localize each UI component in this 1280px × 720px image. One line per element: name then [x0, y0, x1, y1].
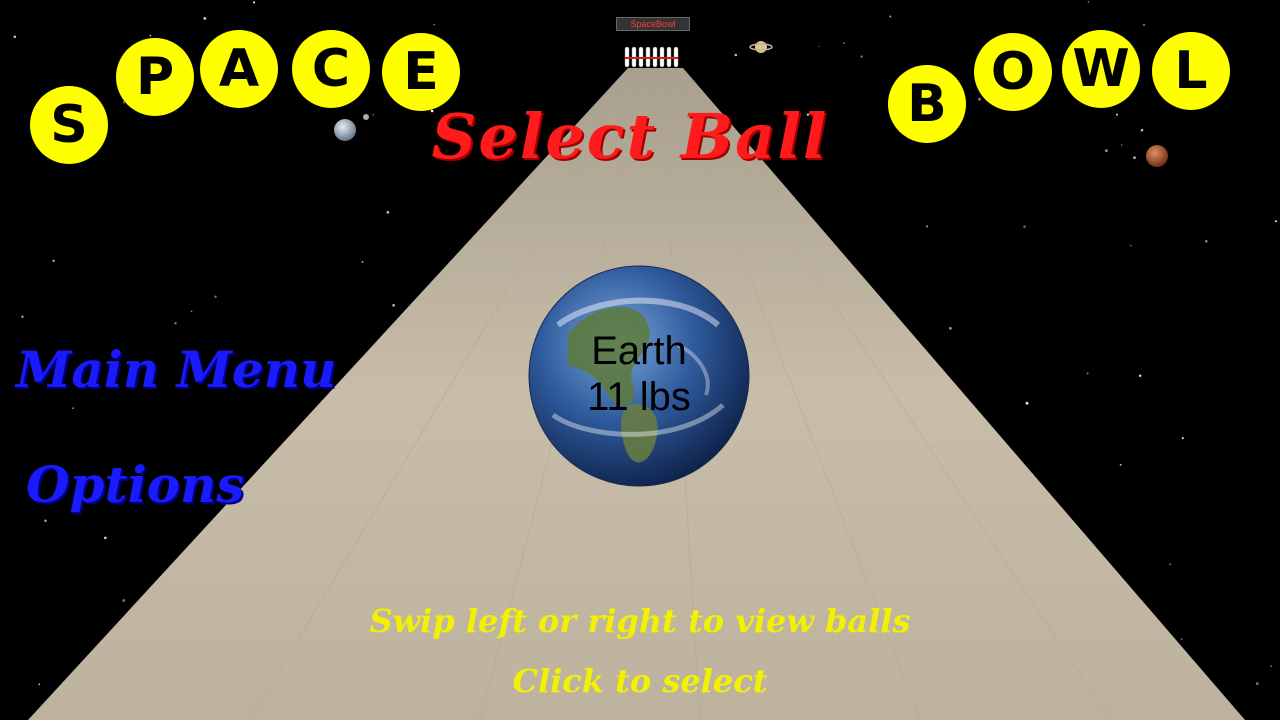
star — [253, 1, 256, 4]
title-letter-l: L — [1152, 32, 1230, 110]
earth-ball[interactable] — [528, 265, 750, 487]
star — [978, 97, 981, 101]
star — [1133, 156, 1136, 160]
star — [889, 15, 892, 18]
star — [72, 407, 74, 409]
star — [203, 16, 207, 20]
star — [386, 210, 390, 214]
star — [1120, 144, 1123, 146]
star — [926, 225, 929, 228]
star — [361, 261, 364, 263]
star — [1169, 563, 1171, 566]
star — [1139, 374, 1142, 377]
star — [1129, 244, 1132, 247]
star — [1119, 463, 1122, 466]
swipe-hint: Swip left or right to view balls — [369, 602, 911, 640]
title-letter-s: S — [30, 86, 108, 164]
earth-ball-icon — [528, 265, 750, 487]
star — [372, 114, 374, 116]
star — [1104, 149, 1108, 153]
moon-icon — [334, 114, 369, 141]
title-letter-a: A — [200, 30, 278, 108]
star — [1141, 128, 1144, 131]
star — [21, 315, 24, 318]
options-button[interactable]: Options — [26, 455, 244, 514]
star — [1274, 220, 1277, 223]
title-letter-w: W — [1062, 30, 1140, 108]
title-letter-b: B — [888, 65, 966, 143]
star — [818, 45, 820, 47]
star — [214, 295, 217, 298]
star — [13, 35, 17, 39]
lane-sign: SpaceBowl — [616, 17, 690, 31]
star — [1181, 437, 1184, 440]
star — [104, 536, 107, 540]
title-letter-o: O — [974, 33, 1052, 111]
star — [52, 259, 55, 262]
star — [1087, 1, 1090, 3]
star — [190, 310, 193, 313]
star — [1143, 24, 1145, 26]
star — [174, 321, 177, 325]
star — [949, 326, 952, 330]
star — [1023, 225, 1026, 228]
star — [44, 519, 47, 522]
star — [1115, 113, 1119, 116]
star — [1025, 401, 1029, 405]
star — [392, 303, 395, 307]
star — [1086, 372, 1089, 375]
title-letter-p: P — [116, 38, 194, 116]
main-menu-button[interactable]: Main Menu — [16, 340, 336, 399]
star — [1205, 240, 1208, 243]
star — [860, 55, 863, 58]
saturn-icon — [749, 41, 773, 53]
screen-title: Select Ball — [431, 100, 829, 173]
star — [843, 42, 845, 44]
mars-icon — [1146, 145, 1168, 167]
click-hint: Click to select — [512, 662, 768, 700]
star — [734, 53, 738, 57]
star — [149, 34, 152, 37]
star — [433, 23, 435, 26]
title-letter-c: C — [292, 30, 370, 108]
